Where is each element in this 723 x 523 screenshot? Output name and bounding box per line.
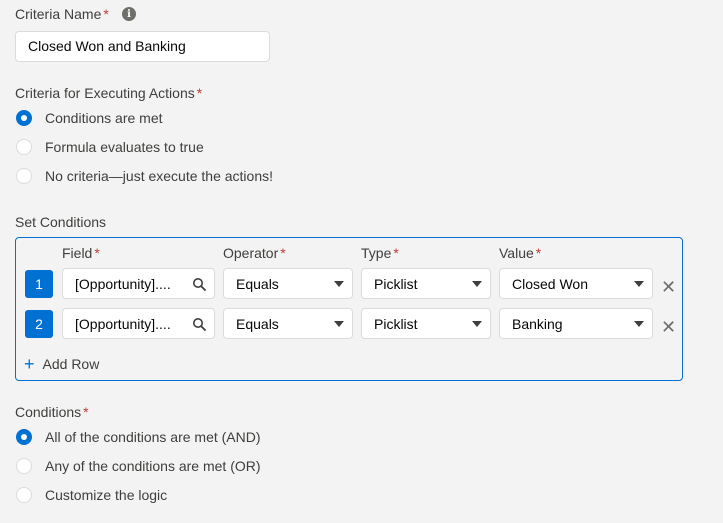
column-header-operator: Operator *: [223, 245, 286, 261]
chevron-down-icon: [334, 280, 344, 287]
column-header-value: Value *: [499, 245, 542, 261]
chevron-down-icon: [634, 280, 644, 287]
row-number-badge: 1: [25, 270, 53, 298]
row-number-badge: 2: [25, 310, 53, 338]
operator-select[interactable]: Equals: [223, 268, 353, 299]
type-select[interactable]: Picklist: [361, 308, 491, 339]
type-select[interactable]: Picklist: [361, 268, 491, 299]
value-select[interactable]: Banking: [499, 308, 653, 339]
radio-button[interactable]: [16, 139, 32, 155]
radio-button[interactable]: [16, 458, 32, 474]
column-header-type: Type *: [361, 245, 399, 261]
radio-all-conditions-and[interactable]: All of the conditions are met (AND): [16, 428, 261, 446]
field-lookup-input[interactable]: [Opportunity]....: [62, 268, 215, 299]
add-row-button[interactable]: + Add Row: [24, 354, 99, 374]
search-icon[interactable]: [192, 317, 206, 331]
criteria-name-label: Criteria Name *: [15, 6, 109, 22]
radio-button[interactable]: [16, 168, 32, 184]
plus-icon: +: [24, 354, 35, 374]
radio-customize-logic[interactable]: Customize the logic: [16, 486, 167, 504]
chevron-down-icon: [472, 320, 482, 327]
criteria-name-input[interactable]: Closed Won and Banking: [15, 31, 270, 62]
radio-conditions-met[interactable]: Conditions are met: [16, 109, 163, 127]
column-header-field: Field *: [62, 245, 100, 261]
search-icon[interactable]: [192, 277, 206, 291]
set-conditions-label: Set Conditions: [15, 214, 107, 230]
radio-no-criteria[interactable]: No criteria—just execute the actions!: [16, 167, 273, 185]
operator-select[interactable]: Equals: [223, 308, 353, 339]
info-icon[interactable]: i: [122, 7, 136, 21]
remove-row-icon[interactable]: ✕: [661, 318, 676, 336]
radio-button[interactable]: [16, 429, 32, 445]
chevron-down-icon: [334, 320, 344, 327]
radio-any-conditions-or[interactable]: Any of the conditions are met (OR): [16, 457, 261, 475]
criteria-exec-label: Criteria for Executing Actions *: [15, 85, 203, 101]
radio-button[interactable]: [16, 110, 32, 126]
chevron-down-icon: [634, 320, 644, 327]
value-select[interactable]: Closed Won: [499, 268, 653, 299]
field-lookup-input[interactable]: [Opportunity]....: [62, 308, 215, 339]
remove-row-icon[interactable]: ✕: [661, 278, 676, 296]
radio-formula-true[interactable]: Formula evaluates to true: [16, 138, 204, 156]
conditions-label: Conditions *: [15, 404, 89, 420]
chevron-down-icon: [472, 280, 482, 287]
radio-button[interactable]: [16, 487, 32, 503]
